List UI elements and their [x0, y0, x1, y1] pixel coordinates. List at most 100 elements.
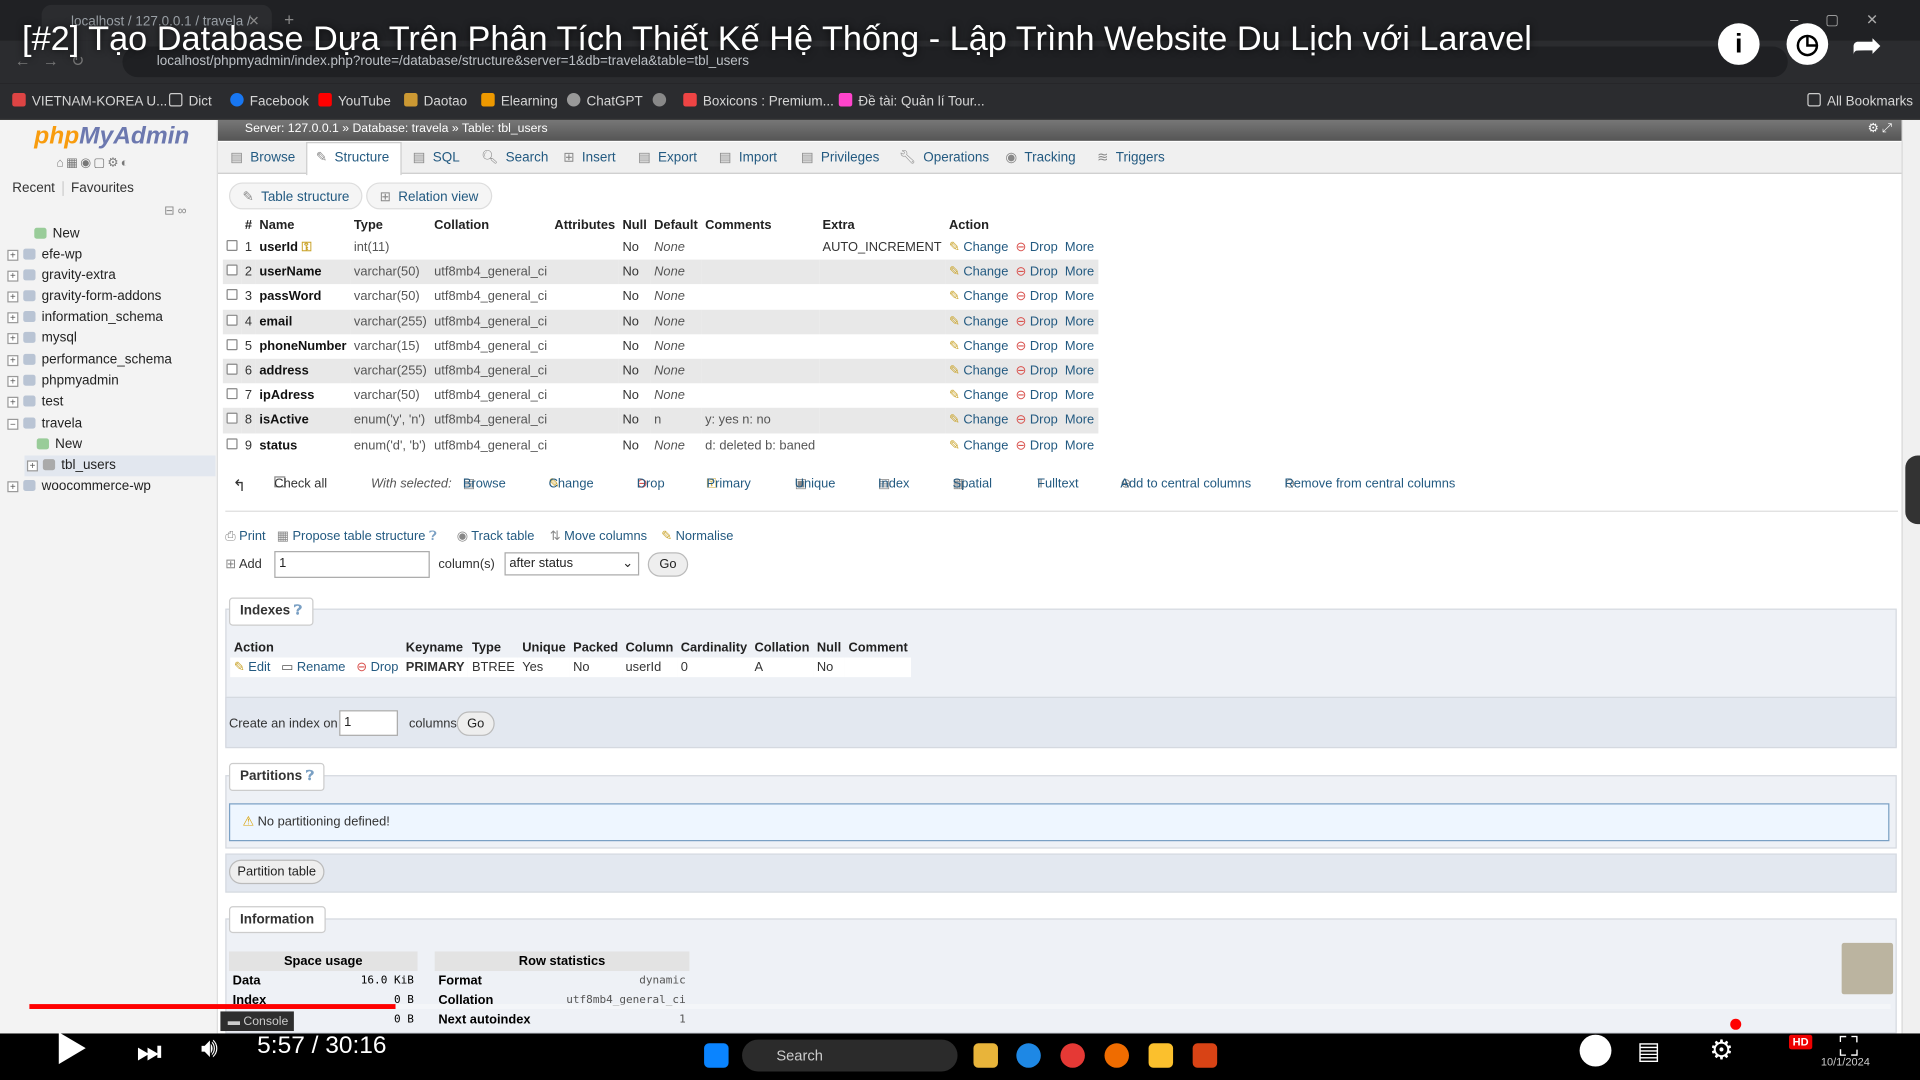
row-checkbox[interactable]: [226, 314, 238, 326]
add-position-select[interactable]: after status ⌄: [504, 552, 640, 576]
more-link[interactable]: More: [1065, 314, 1094, 329]
app-icon[interactable]: [1148, 1043, 1174, 1068]
bookmark-item[interactable]: VIETNAM-KOREA U...: [12, 93, 167, 109]
recent-tab[interactable]: Recent: [12, 181, 55, 196]
more-link[interactable]: More: [1065, 240, 1094, 255]
propose-structure-link[interactable]: ▦ Propose table structure ❓︎: [277, 529, 437, 545]
bookmark-item[interactable]: ChatGPT: [566, 93, 643, 109]
tree-item-db[interactable]: + woocommerce-wp: [7, 479, 151, 493]
tab-browse[interactable]: ▤ Browse: [230, 149, 295, 166]
tree-item-db[interactable]: + performance_schema: [7, 353, 172, 367]
breadcrumb-server[interactable]: Server: 127.0.0.1: [245, 122, 339, 135]
create-index-go-button[interactable]: Go: [456, 711, 495, 736]
tree-item-db[interactable]: + gravity-form-addons: [7, 289, 161, 304]
windows-start-icon[interactable]: [704, 1043, 729, 1068]
tab-export[interactable]: ▤ Export: [638, 149, 697, 166]
change-link[interactable]: ✎ Change: [949, 265, 1008, 280]
bookmark-item[interactable]: Elearning: [481, 93, 558, 109]
change-link[interactable]: ✎ Change: [949, 339, 1008, 354]
collapse-all-icon[interactable]: ⊟ ∞: [164, 204, 186, 217]
watch-later-icon[interactable]: ◷: [1786, 23, 1829, 65]
change-link[interactable]: ✎ Change: [949, 413, 1008, 428]
subtitles-icon[interactable]: ▤: [1637, 1036, 1660, 1067]
more-link[interactable]: More: [1065, 265, 1094, 280]
row-checkbox[interactable]: [226, 363, 238, 375]
change-link[interactable]: ✎ Change: [949, 438, 1008, 453]
track-table-link[interactable]: ◉ Track table: [457, 529, 535, 544]
breadcrumb-database[interactable]: Database: travela: [352, 122, 448, 135]
subtab-table-structure[interactable]: ✎ Table structure: [228, 182, 363, 210]
info-icon[interactable]: i: [1717, 23, 1760, 65]
tree-item-db[interactable]: + efe-wp: [7, 247, 82, 262]
add-columns-input[interactable]: 1: [274, 551, 430, 578]
drop-link[interactable]: ⊖ Drop: [1016, 413, 1058, 428]
app-icon[interactable]: [1192, 1043, 1218, 1068]
share-icon[interactable]: ➦: [1851, 24, 1882, 67]
volume-icon[interactable]: 🔊︎: [201, 1032, 218, 1064]
row-checkbox[interactable]: [226, 388, 238, 400]
change-link[interactable]: ✎ Change: [949, 240, 1008, 255]
col-header[interactable]: Name: [256, 216, 350, 236]
chrome-icon[interactable]: [1060, 1043, 1085, 1068]
all-bookmarks[interactable]: All Bookmarks: [1807, 93, 1913, 109]
video-title[interactable]: [#2] Tạo Database Dựa Trên Phân Tích Thi…: [22, 20, 1532, 59]
row-checkbox[interactable]: [226, 264, 238, 276]
bookmark-item[interactable]: Boxicons : Premium...: [683, 93, 834, 109]
add-go-button[interactable]: Go: [647, 552, 689, 577]
phpmyadmin-logo[interactable]: phpMyAdmin: [34, 122, 189, 150]
tree-item-new[interactable]: New: [7, 227, 80, 241]
row-checkbox[interactable]: [226, 240, 238, 252]
favourites-tab[interactable]: Favourites: [62, 181, 134, 196]
more-link[interactable]: More: [1065, 388, 1094, 403]
taskbar-search[interactable]: Search: [742, 1039, 958, 1072]
more-link[interactable]: More: [1065, 438, 1094, 453]
normalise-link[interactable]: ✎ Normalise: [661, 529, 733, 544]
drop-link[interactable]: ⊖ Drop: [1016, 240, 1058, 255]
partition-table-button[interactable]: Partition table: [228, 859, 325, 885]
tab-insert[interactable]: ⊞ Insert: [563, 149, 615, 166]
side-panel-toggle[interactable]: [1905, 455, 1920, 525]
move-columns-link[interactable]: ⇅ Move columns: [550, 529, 647, 544]
more-link[interactable]: More: [1065, 290, 1094, 305]
console-toggle[interactable]: ▬ Console: [220, 1011, 294, 1032]
next-icon[interactable]: ⏭: [137, 1036, 161, 1068]
row-checkbox[interactable]: [226, 338, 238, 351]
tab-search[interactable]: 🔍︎ Search: [481, 149, 548, 166]
tree-item-db[interactable]: + mysql: [7, 331, 77, 345]
tree-item-db[interactable]: + test: [7, 394, 63, 409]
index-drop-link[interactable]: ⊖ Drop: [356, 660, 398, 675]
change-link[interactable]: ✎ Change: [949, 388, 1008, 403]
index-rename-link[interactable]: ▭ Rename: [281, 660, 345, 675]
breadcrumb-table[interactable]: Table: tbl_users: [462, 122, 548, 135]
autoplay-toggle[interactable]: [1579, 1034, 1612, 1067]
tab-triggers[interactable]: ≋ Triggers: [1097, 149, 1165, 166]
print-link[interactable]: ⎙ Print: [225, 529, 265, 545]
tree-item-db-travela[interactable]: − travela: [7, 416, 82, 431]
bookmark-item[interactable]: Dict: [168, 93, 212, 109]
page-scrollbar[interactable]: [1901, 120, 1920, 1034]
nav-icons[interactable]: ⌂▦◉▢⚙◐: [56, 157, 130, 170]
settings-icon[interactable]: ⚙ ⤢: [1868, 122, 1892, 135]
drop-link[interactable]: ⊖ Drop: [1016, 339, 1058, 354]
edge-icon[interactable]: [1016, 1043, 1041, 1068]
tab-privileges[interactable]: ▤ Privileges: [801, 149, 879, 166]
drop-link[interactable]: ⊖ Drop: [1016, 265, 1058, 280]
drop-link[interactable]: ⊖ Drop: [1016, 314, 1058, 329]
tab-import[interactable]: ▤ Import: [719, 149, 777, 166]
tree-item-db[interactable]: + gravity-extra: [7, 268, 116, 283]
change-link[interactable]: ✎ Change: [949, 314, 1008, 329]
more-link[interactable]: More: [1065, 339, 1094, 354]
index-edit-link[interactable]: ✎ Edit: [234, 660, 271, 675]
globe-icon[interactable]: [652, 93, 673, 109]
drop-link[interactable]: ⊖ Drop: [1016, 388, 1058, 403]
row-checkbox[interactable]: [226, 437, 238, 449]
settings-gear-icon[interactable]: ⚙: [1709, 1035, 1733, 1067]
change-link[interactable]: ✎ Change: [949, 290, 1008, 305]
more-link[interactable]: More: [1065, 413, 1094, 428]
chrome-active-icon[interactable]: [1104, 1043, 1129, 1068]
subtab-relation-view[interactable]: ⊞ Relation view: [366, 182, 492, 210]
drop-link[interactable]: ⊖ Drop: [1016, 290, 1058, 305]
tree-item-table[interactable]: + tbl_users: [26, 458, 116, 473]
tree-item-db[interactable]: + information_schema: [7, 310, 163, 324]
row-checkbox[interactable]: [226, 289, 238, 301]
